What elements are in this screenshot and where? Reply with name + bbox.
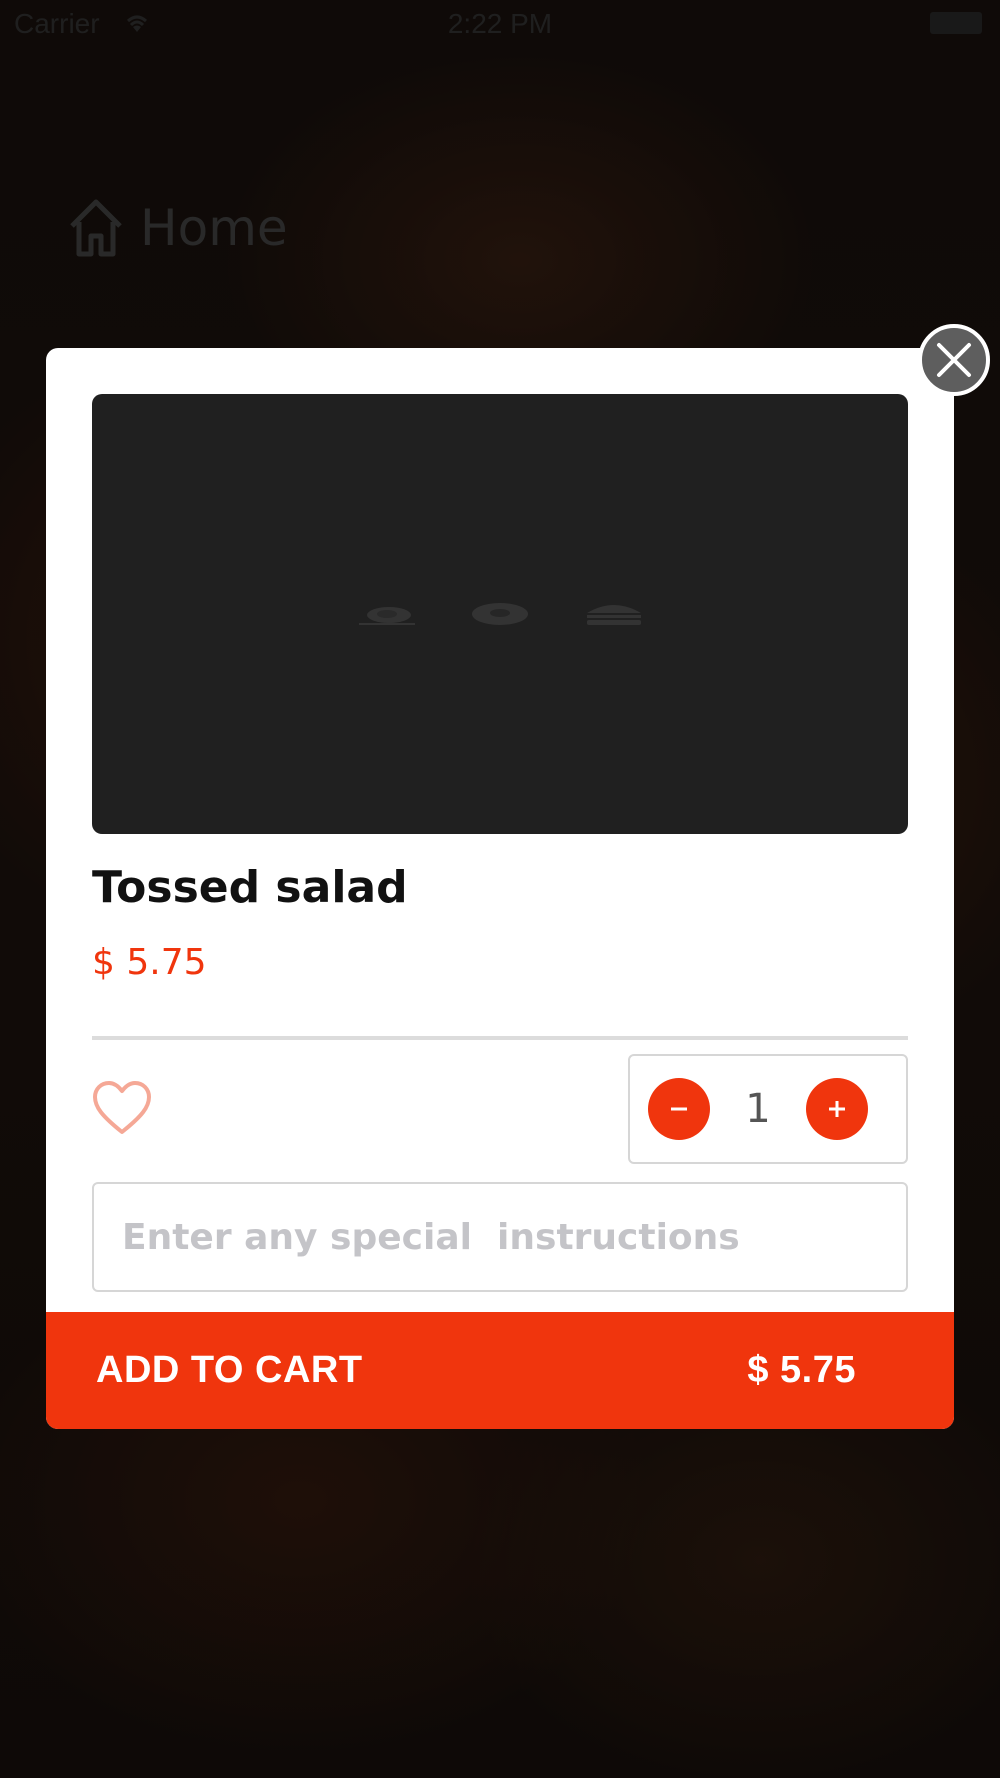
quantity-value: 1 — [745, 1086, 771, 1132]
divider — [92, 1036, 908, 1040]
cart-total: $ 5.75 — [747, 1349, 856, 1391]
food-icons — [353, 601, 647, 627]
steak-icon — [359, 607, 415, 625]
minus-icon — [671, 1107, 687, 1111]
product-modal: Tossed salad $ 5.75 1 ADD TO CART $ 5.75 — [46, 348, 954, 1429]
quantity-stepper: 1 — [628, 1054, 908, 1164]
add-to-cart-label: ADD TO CART — [96, 1349, 363, 1391]
product-image — [92, 394, 908, 834]
product-price: $ 5.75 — [92, 942, 207, 983]
product-name: Tossed salad — [92, 862, 408, 913]
decrement-button[interactable] — [648, 1078, 710, 1140]
close-icon — [937, 343, 971, 377]
special-instructions-input[interactable] — [92, 1182, 908, 1292]
heart-outline-icon[interactable] — [92, 1080, 152, 1136]
increment-button[interactable] — [805, 1078, 868, 1140]
plus-icon — [828, 1101, 845, 1117]
donut-icon — [472, 603, 528, 625]
close-button[interactable] — [918, 324, 990, 396]
add-to-cart-button[interactable]: ADD TO CART $ 5.75 — [46, 1312, 954, 1429]
burger-icon — [587, 605, 641, 625]
